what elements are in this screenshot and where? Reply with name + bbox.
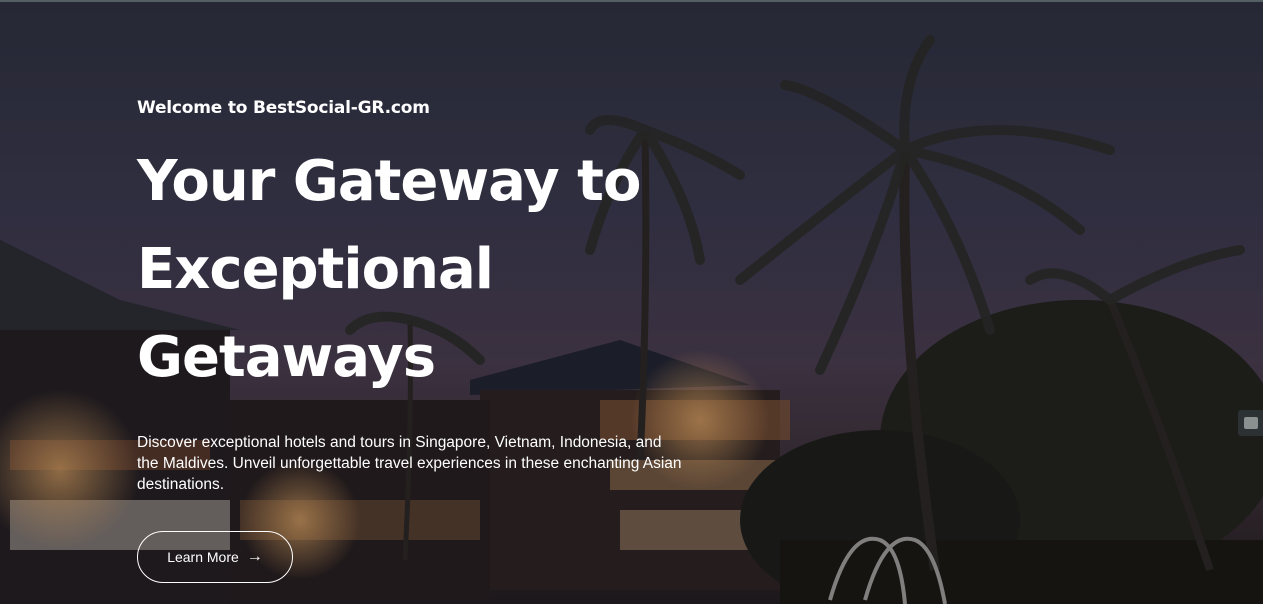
learn-more-button[interactable]: Learn More → — [137, 531, 293, 583]
hero-eyebrow: Welcome to BestSocial-GR.com — [137, 98, 430, 118]
hero-headline-line: Getaways — [137, 325, 436, 390]
arrow-right-icon: → — [246, 548, 263, 565]
learn-more-label: Learn More — [167, 549, 239, 565]
hero-headline-line: Exceptional — [137, 237, 494, 302]
hero-content: Welcome to BestSocial-GR.com Your Gatewa… — [137, 98, 697, 495]
hero-section: Welcome to BestSocial-GR.com Your Gatewa… — [0, 0, 1263, 604]
accessibility-widget-button[interactable] — [1238, 410, 1263, 436]
hero-headline-line: Your Gateway to — [137, 149, 641, 214]
hero-description: Discover exceptional hotels and tours in… — [137, 434, 682, 493]
hero-headline: Your Gateway to Exceptional Getaways — [137, 138, 697, 402]
accessibility-widget-icon — [1243, 417, 1258, 429]
